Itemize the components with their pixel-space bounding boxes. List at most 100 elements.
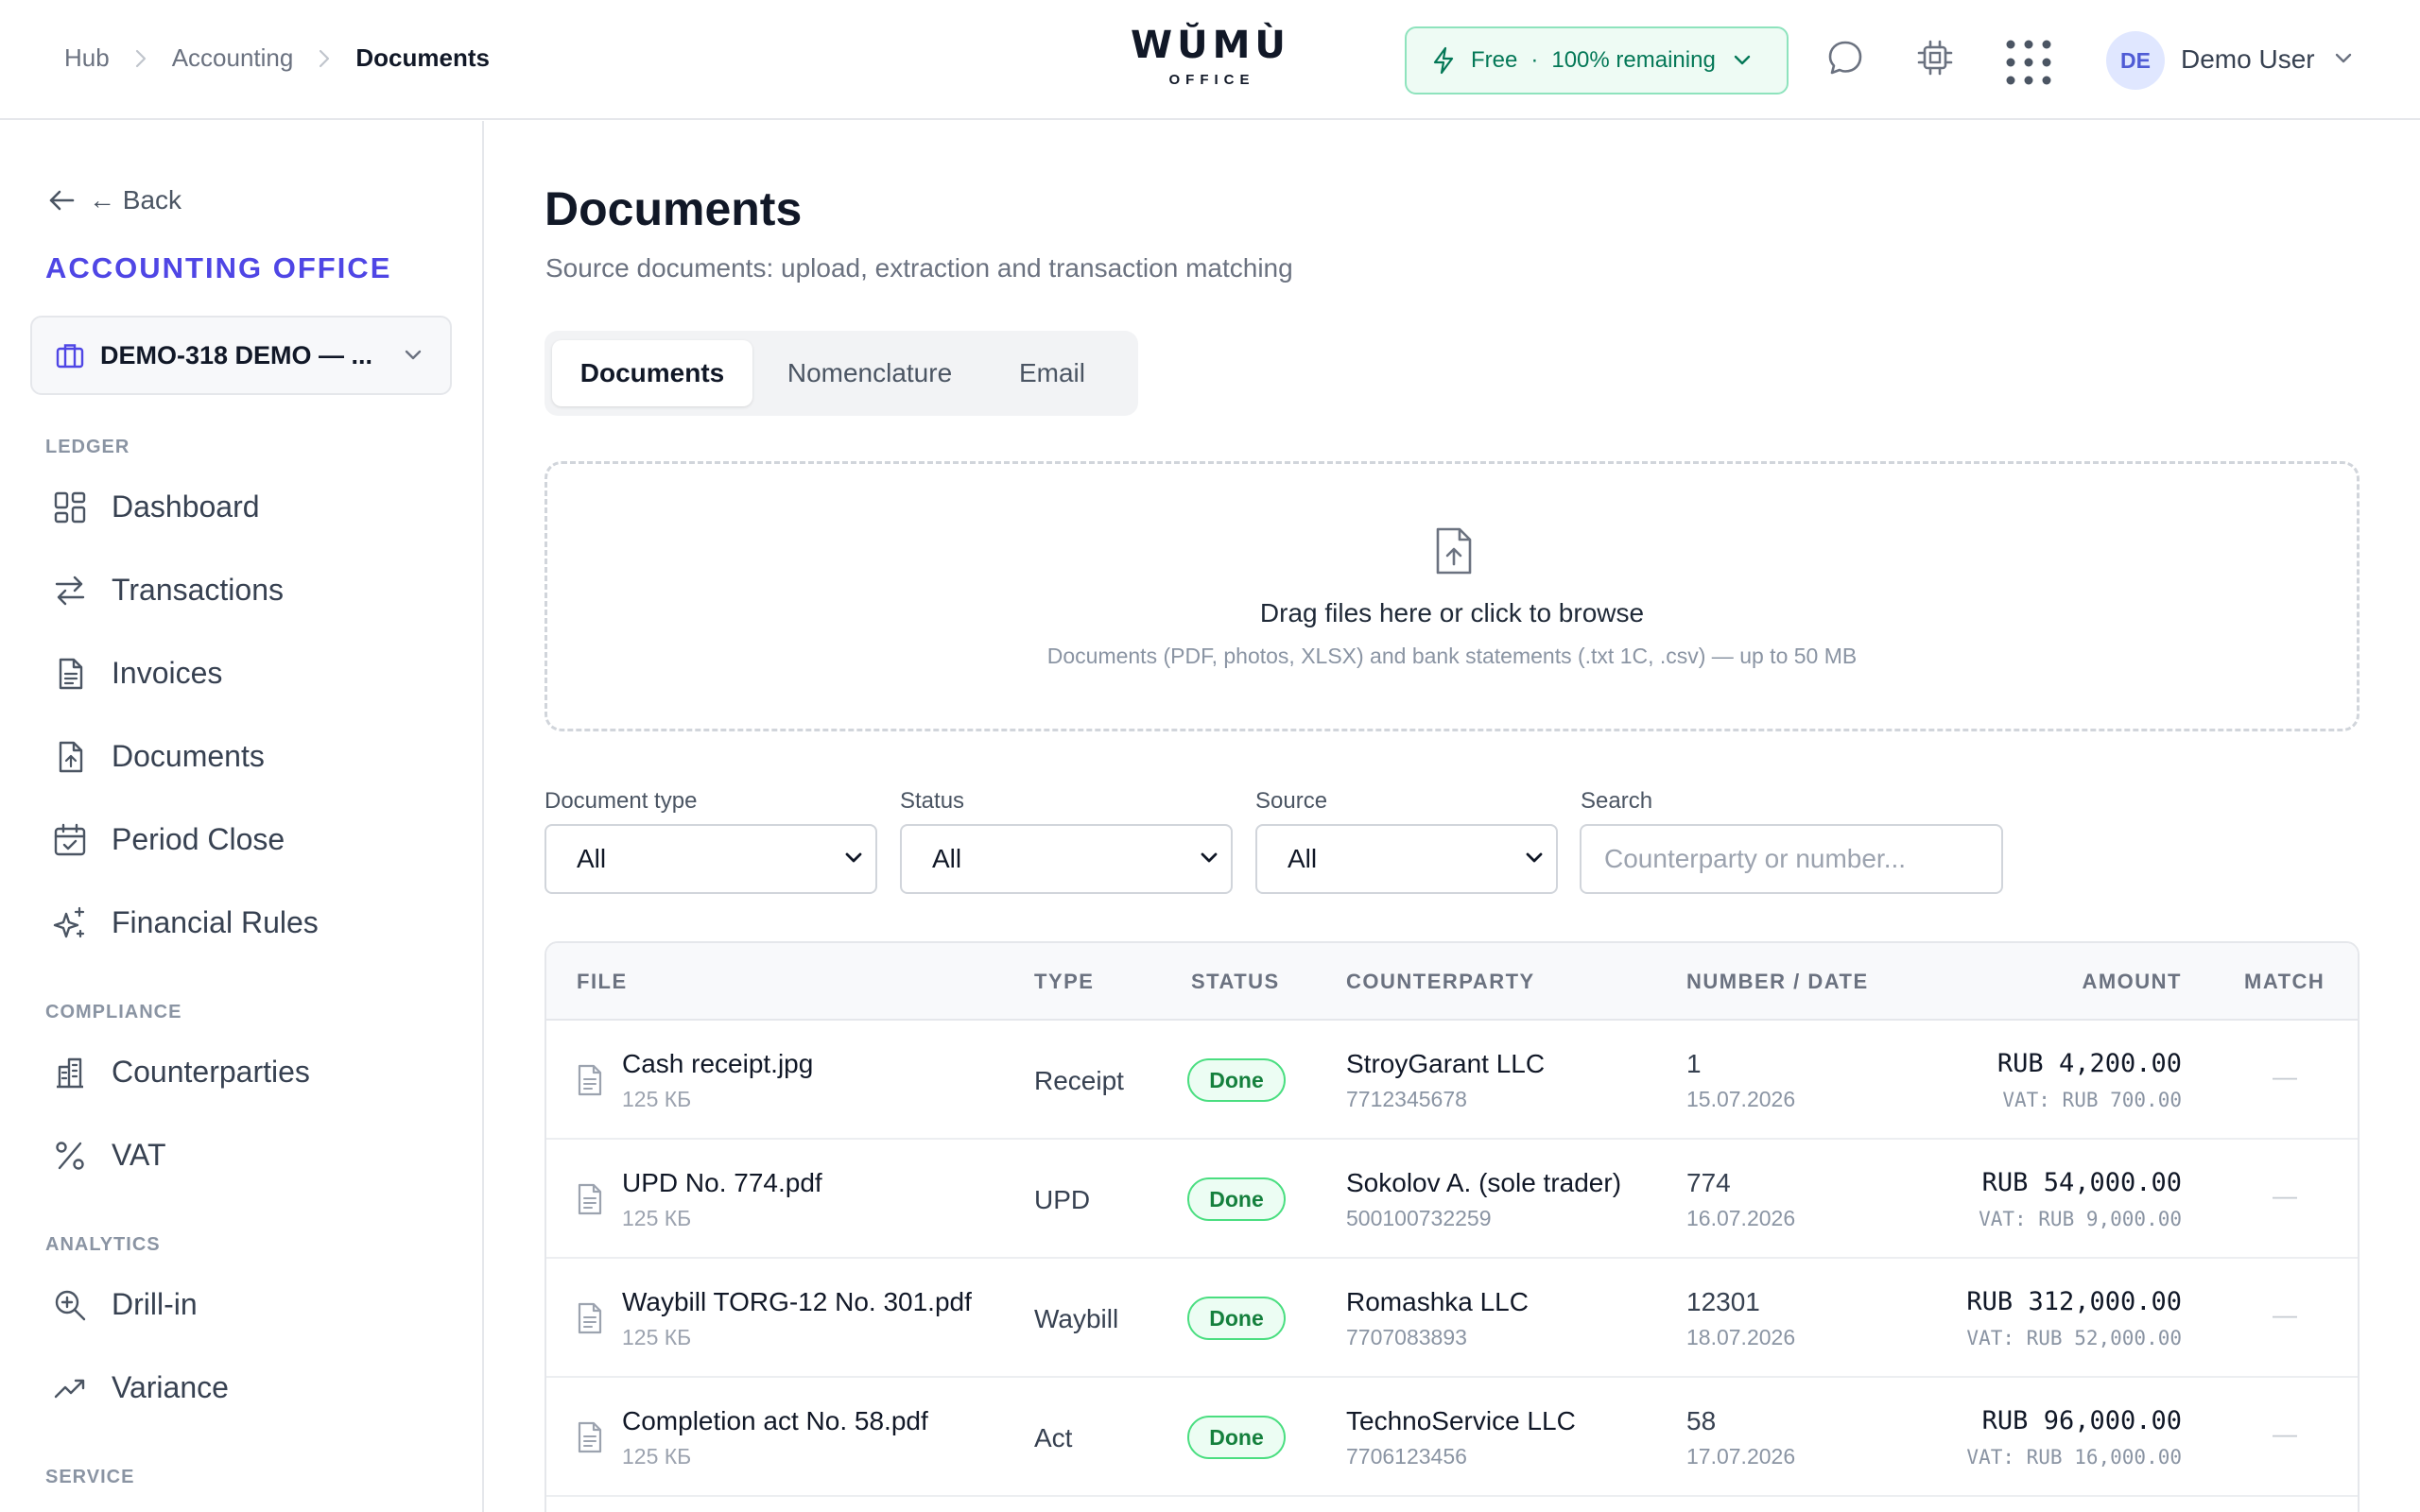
source-value: All	[1288, 844, 1318, 873]
sidebar-item-period-close[interactable]: Period Close	[53, 822, 285, 857]
building-icon	[57, 1057, 83, 1088]
doc-type: Act	[1034, 1423, 1073, 1452]
table-header: FILE TYPE STATUS COUNTERPARTY NUMBER / D…	[546, 943, 2358, 1021]
sparkles-icon	[53, 906, 85, 937]
file-name[interactable]: UPD No. 774.pdf	[622, 1168, 822, 1198]
col-amount[interactable]: AMOUNT	[2082, 970, 2182, 994]
match-value: —	[2273, 1300, 2297, 1329]
col-file[interactable]: FILE	[577, 970, 628, 994]
page-title: Documents	[544, 182, 803, 235]
table-row[interactable]: Waybill TORG-12 No. 301.pdf 125 КБ Waybi…	[546, 1259, 2358, 1378]
col-type[interactable]: TYPE	[1034, 970, 1094, 994]
tab-nomenclature[interactable]: Nomenclature	[762, 340, 977, 406]
doc-number: 58	[1686, 1406, 1717, 1435]
counterparty-name: TechnoService LLC	[1346, 1406, 1576, 1435]
sidebar-item-financial-rules[interactable]: Financial Rules	[53, 905, 319, 940]
file-size: 125 КБ	[622, 1087, 692, 1111]
lightning-icon	[1431, 46, 1456, 75]
search-input[interactable]: Counterparty or number...	[1580, 824, 2003, 894]
back-button[interactable]: ← Back	[47, 185, 182, 215]
documents-table: FILE TYPE STATUS COUNTERPARTY NUMBER / D…	[544, 941, 2360, 1512]
status-badge: Done	[1187, 1297, 1286, 1340]
status-select[interactable]: All	[900, 824, 1233, 894]
sidebar-item-drill-in[interactable]: Drill-in	[53, 1287, 198, 1322]
user-name[interactable]: Demo User	[2181, 44, 2315, 75]
chevron-down-icon	[1733, 54, 1752, 67]
file-upload-icon	[1432, 526, 1476, 576]
doc-type: UPD	[1034, 1185, 1091, 1214]
breadcrumb-hub[interactable]: Hub	[64, 43, 110, 73]
app-logo[interactable]: WŬMÙ OFFICE	[1131, 25, 1288, 88]
section-service: SERVICE	[45, 1467, 135, 1487]
file-name[interactable]: Completion act No. 58.pdf	[622, 1406, 928, 1436]
vat-amount: VAT: RUB 52,000.00	[1966, 1327, 2182, 1349]
dropzone-hint: Documents (PDF, photos, XLSX) and bank s…	[1046, 644, 1858, 668]
section-analytics: ANALYTICS	[45, 1234, 161, 1255]
counterparty-name: Romashka LLC	[1346, 1287, 1529, 1316]
status-badge: Done	[1187, 1058, 1286, 1102]
col-match[interactable]: MATCH	[2244, 970, 2325, 994]
doc-type: Waybill	[1034, 1304, 1119, 1333]
file-upload-icon	[59, 741, 83, 772]
plan-separator: ·	[1530, 47, 1539, 73]
col-number-date[interactable]: NUMBER / DATE	[1686, 970, 1869, 994]
file-size: 125 КБ	[622, 1325, 692, 1349]
sidebar-item-label: Transactions	[112, 573, 284, 607]
sidebar-item-label: Dashboard	[112, 490, 260, 524]
chevron-down-icon	[403, 348, 424, 363]
file-text-icon	[59, 658, 83, 689]
sidebar-item-label: Period Close	[112, 822, 285, 856]
col-status[interactable]: STATUS	[1191, 970, 1280, 994]
sidebar-item-variance[interactable]: Variance	[53, 1370, 229, 1405]
arrow-left-icon	[49, 190, 75, 211]
plan-usage-button[interactable]: Free · 100% remaining	[1405, 26, 1789, 94]
status-badge: Done	[1187, 1177, 1286, 1221]
dashboard-icon	[54, 491, 86, 523]
avatar[interactable]: DE	[2106, 31, 2165, 90]
doc-number: 774	[1686, 1168, 1731, 1197]
sidebar-item-invoices[interactable]: Invoices	[53, 656, 222, 691]
amount: RUB 96,000.00	[1981, 1406, 2182, 1435]
sidebar-item-dashboard[interactable]: Dashboard	[53, 490, 260, 524]
source-select[interactable]: All	[1255, 824, 1558, 894]
tab-email[interactable]: Email	[985, 340, 1119, 406]
file-name[interactable]: Waybill TORG-12 No. 301.pdf	[622, 1287, 972, 1317]
sidebar-item-transactions[interactable]: Transactions	[53, 573, 284, 608]
amount: RUB 312,000.00	[1966, 1287, 2182, 1316]
sidebar-item-vat[interactable]: VAT	[53, 1138, 165, 1173]
chevron-down-icon[interactable]	[2333, 51, 2354, 66]
table-row[interactable]: Cash receipt.jpg 125 КБ Receipt Done Str…	[546, 1021, 2358, 1140]
sidebar-item-counterparties[interactable]: Counterparties	[53, 1055, 310, 1090]
sidebar: ← Back ACCOUNTING OFFICE DEMO-318 DEMO —…	[0, 121, 484, 1512]
breadcrumb-current: Documents	[355, 43, 490, 72]
sidebar-item-documents[interactable]: Documents	[53, 739, 265, 774]
company-selector[interactable]: DEMO-318 DEMO — ...	[30, 316, 452, 395]
vat-amount: VAT: RUB 700.00	[2002, 1089, 2182, 1111]
file-size: 125 КБ	[622, 1444, 692, 1469]
table-row[interactable]: Completion act No. 58.pdf 125 КБ Act Don…	[546, 1378, 2358, 1497]
trending-up-icon	[54, 1379, 85, 1398]
apps-grid-icon[interactable]	[2004, 38, 2053, 87]
sidebar-item-label: Documents	[112, 739, 265, 773]
table-row[interactable]: UPD No. 774.pdf 125 КБ UPD Done Sokolov …	[546, 1140, 2358, 1259]
chip-icon[interactable]	[1915, 38, 1955, 77]
vat-amount: VAT: RUB 16,000.00	[1966, 1446, 2182, 1469]
arrows-swap-icon	[55, 576, 85, 605]
breadcrumb-accounting[interactable]: Accounting	[172, 43, 294, 73]
counterparty-inn: 7707083893	[1346, 1325, 1467, 1349]
doc-type-select[interactable]: All	[544, 824, 877, 894]
match-value: —	[2273, 1062, 2297, 1091]
sidebar-item-label: Variance	[112, 1370, 229, 1404]
upload-dropzone[interactable]: Drag files here or click to browse Docum…	[544, 461, 2360, 731]
tab-documents[interactable]: Documents	[552, 340, 752, 406]
file-name[interactable]: Cash receipt.jpg	[622, 1049, 813, 1079]
doc-date: 16.07.2026	[1686, 1206, 1796, 1230]
chat-icon[interactable]	[1825, 38, 1865, 77]
back-label: ← Back	[89, 185, 182, 215]
sidebar-item-label: Counterparties	[112, 1055, 310, 1089]
file-icon	[577, 1302, 603, 1334]
sidebar-item-label: Drill-in	[112, 1287, 198, 1321]
col-counterparty[interactable]: COUNTERPARTY	[1346, 970, 1535, 994]
chevron-down-icon	[843, 850, 864, 866]
tab-bar: Documents Nomenclature Email	[544, 331, 1138, 416]
